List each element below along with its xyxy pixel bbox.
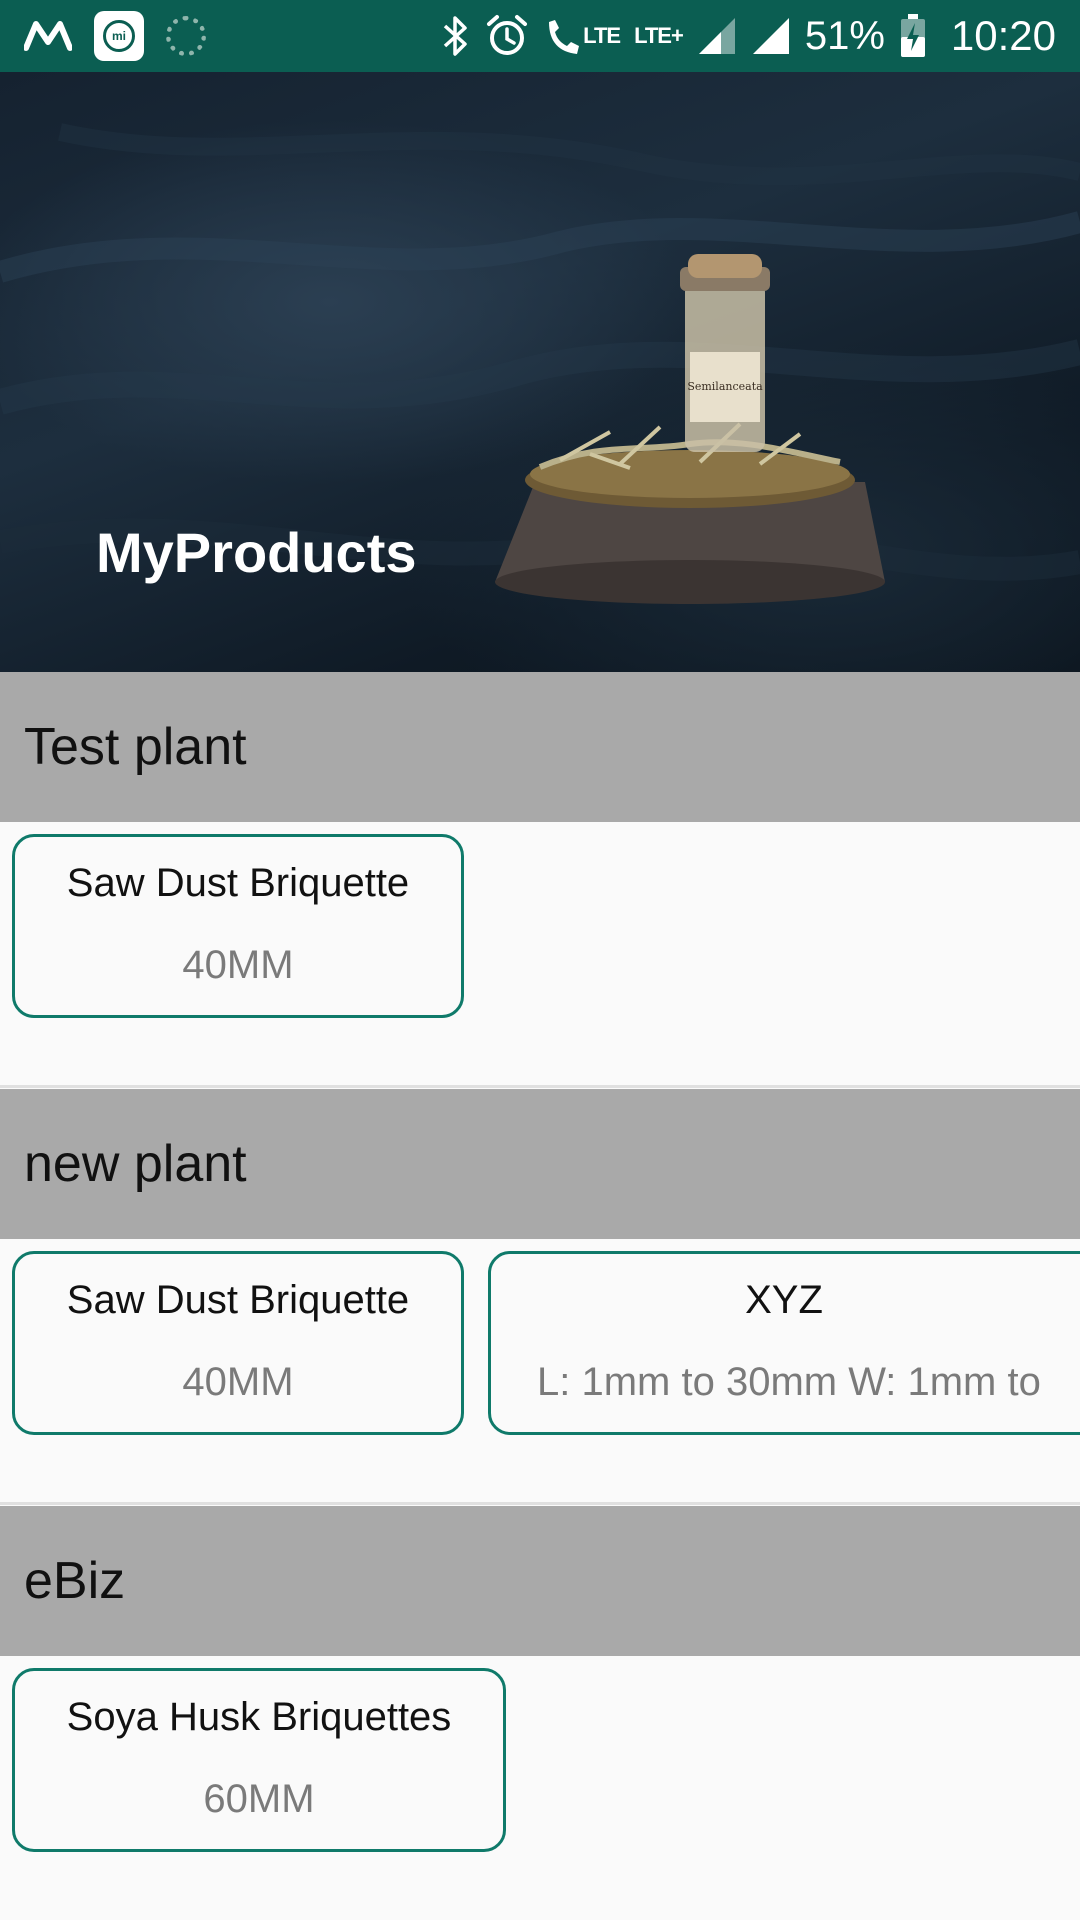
network-label-1: LTE: [583, 23, 621, 48]
jar-label: Semilanceata: [687, 380, 763, 393]
section-header-test-plant: Test plant: [0, 672, 1080, 822]
section-title: eBiz: [24, 1552, 126, 1610]
section-divider: [0, 1502, 1080, 1505]
alarm-icon: [485, 14, 529, 58]
product-card[interactable]: Saw Dust Briquette 40MM: [12, 1251, 464, 1435]
product-spec: 40MM: [182, 943, 294, 987]
product-name: XYZ: [745, 1278, 823, 1322]
battery-percent: 51%: [804, 13, 885, 58]
signal-icon: [697, 16, 737, 56]
page-title: MyProducts: [96, 521, 417, 584]
network-label-2: LTE+: [634, 23, 684, 48]
section-title: new plant: [24, 1135, 247, 1193]
battery-charging-icon: [899, 13, 927, 59]
volte-call-icon: LTE: [543, 14, 621, 58]
product-card[interactable]: XYZ L: 1mm to 30mm W: 1mm to: [488, 1251, 1080, 1435]
product-card[interactable]: Saw Dust Briquette 40MM: [12, 834, 464, 1018]
motorola-icon: [24, 20, 72, 52]
bluetooth-icon: [441, 14, 471, 58]
loader-icon: [166, 16, 206, 56]
section-header-ebiz: eBiz: [0, 1506, 1080, 1656]
product-name: Soya Husk Briquettes: [66, 1695, 452, 1739]
section-header-new-plant: new plant: [0, 1089, 1080, 1239]
product-spec: L: 1mm to 30mm W: 1mm to: [537, 1360, 1041, 1404]
product-card[interactable]: Soya Husk Briquettes 60MM: [12, 1668, 506, 1852]
product-name: Saw Dust Briquette: [66, 1278, 410, 1322]
section-divider: [0, 1085, 1080, 1088]
clock: 10:20: [950, 12, 1056, 59]
signal-icon: [751, 16, 791, 56]
section-title: Test plant: [24, 718, 247, 776]
product-spec: 40MM: [182, 1360, 294, 1404]
product-spec: 60MM: [203, 1777, 315, 1821]
mi-icon: mi: [94, 11, 144, 61]
product-name: Saw Dust Briquette: [66, 861, 410, 905]
status-bar: mi LTE LTE+ 51% 10:20: [0, 0, 1080, 72]
collapsing-header: Semilanceata MyProducts: [0, 72, 1080, 672]
